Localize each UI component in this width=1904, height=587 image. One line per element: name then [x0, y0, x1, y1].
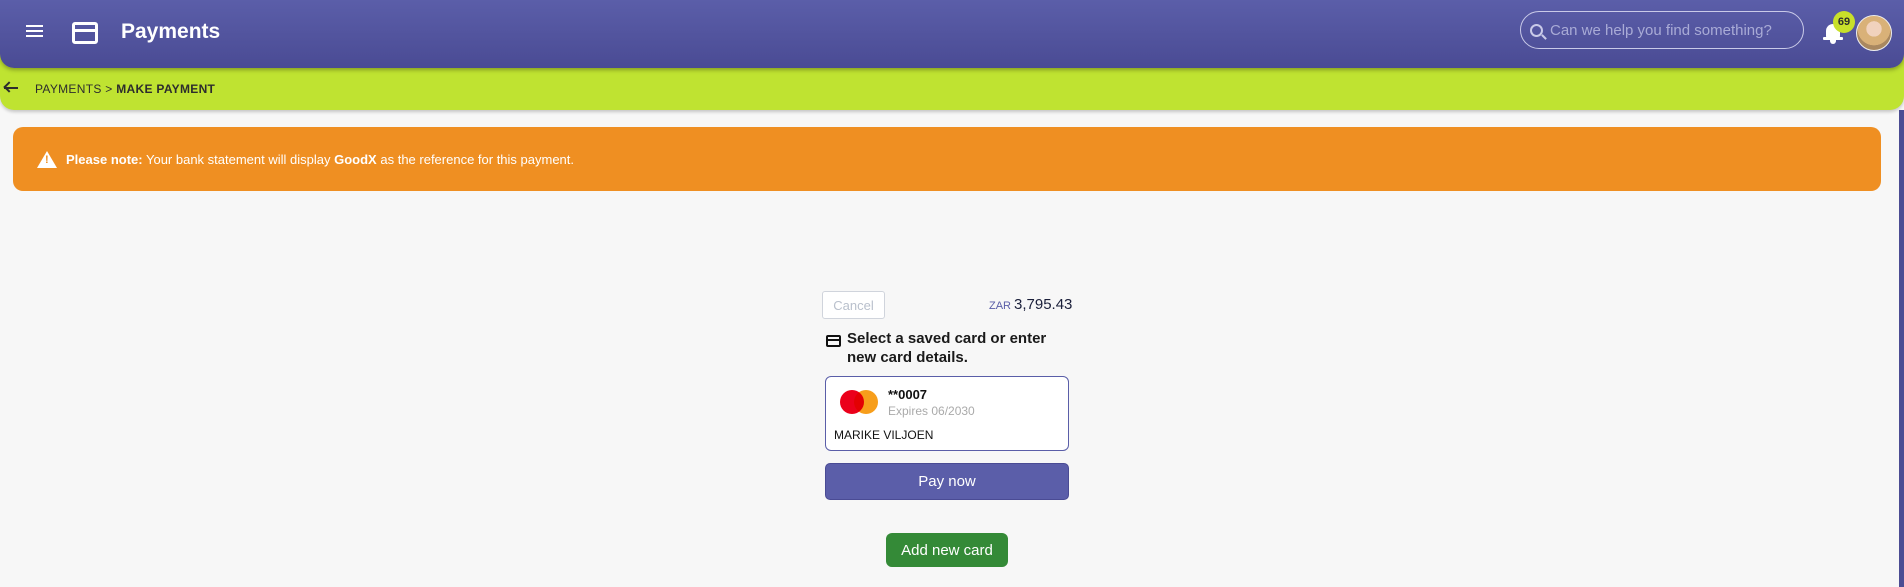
search-icon [1530, 23, 1543, 37]
notice-reference: GoodX [334, 151, 377, 167]
saved-card-option[interactable]: **0007 Expires 06/2030 MARIKE VILJOEN [825, 376, 1069, 451]
card-expiry: Expires 06/2030 [888, 404, 975, 418]
mastercard-icon [840, 390, 878, 414]
cancel-button[interactable]: Cancel [822, 291, 885, 319]
card-number: **0007 [888, 387, 928, 402]
credit-card-icon [826, 335, 841, 347]
notification-badge: 69 [1833, 11, 1855, 33]
add-new-card-button[interactable]: Add new card [886, 533, 1008, 567]
notice-label: Please note: [66, 151, 143, 167]
breadcrumb-payments-link[interactable]: PAYMENTS [35, 82, 102, 96]
notice-text: Please note: Your bank statement will di… [66, 152, 574, 167]
credit-card-icon [72, 22, 98, 44]
breadcrumb-separator: > [105, 82, 113, 96]
select-card-instruction: Select a saved card or enter new card de… [847, 330, 1047, 366]
breadcrumb: PAYMENTS > MAKE PAYMENT [35, 82, 215, 96]
warning-icon [37, 150, 57, 168]
card-holder-name: MARIKE VILJOEN [834, 428, 934, 442]
payment-notice-banner: Please note: Your bank statement will di… [13, 127, 1881, 191]
avatar[interactable] [1856, 15, 1892, 51]
menu-icon[interactable] [24, 22, 46, 44]
currency-code: ZAR [989, 300, 1011, 312]
right-edge-rail [1899, 110, 1904, 587]
app-bar: Payments 69 [0, 0, 1904, 68]
page-title: Payments [121, 20, 221, 43]
back-arrow-icon[interactable] [2, 81, 20, 95]
breadcrumb-current: MAKE PAYMENT [116, 82, 216, 96]
pay-now-button[interactable]: Pay now [825, 463, 1069, 500]
notice-text-after: as the reference for this payment. [380, 151, 575, 167]
payment-amount: 3,795.43 [1014, 296, 1073, 313]
search-input[interactable] [1550, 21, 1790, 39]
notice-text-before: Your bank statement will display [145, 151, 331, 167]
search-box [1520, 11, 1804, 49]
